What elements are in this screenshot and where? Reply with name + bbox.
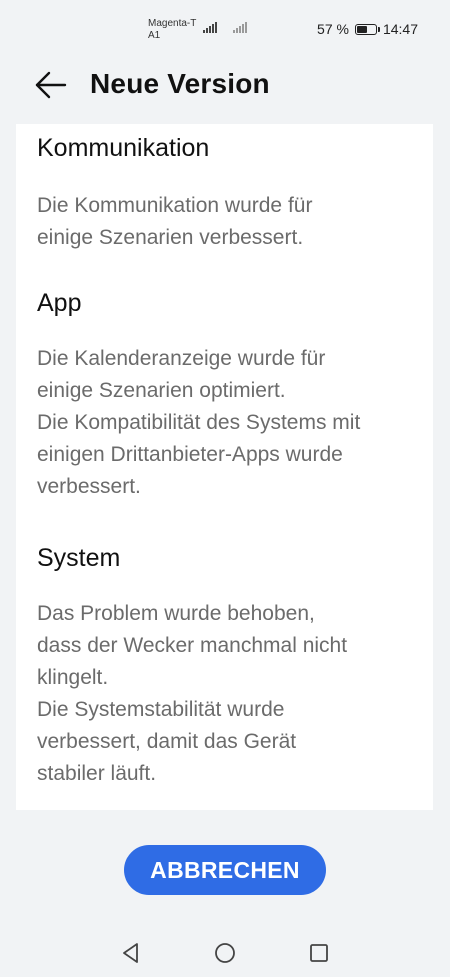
body-line: verbessert. bbox=[37, 475, 141, 498]
section-title-app: App bbox=[37, 289, 82, 317]
status-bar: Magenta-T A1 57 % 14:47 bbox=[0, 0, 450, 50]
body-line: dass der Wecker manchmal nicht bbox=[37, 634, 348, 657]
carrier-name: Magenta-T bbox=[148, 18, 197, 29]
page-title: Neue Version bbox=[90, 68, 270, 99]
header: Neue Version bbox=[0, 58, 450, 114]
body-line: verbessert, damit das Gerät bbox=[37, 730, 297, 753]
battery-icon bbox=[354, 23, 380, 35]
body-line: klingelt. bbox=[37, 666, 109, 689]
nav-home-button[interactable] bbox=[213, 941, 237, 965]
body-line: stabiler läuft. bbox=[37, 762, 157, 785]
section-body-app: Die Kalenderanzeige wurde für einige Sze… bbox=[37, 343, 427, 503]
body-line: einige Szenarien optimiert. bbox=[37, 379, 286, 402]
battery-percent: 57 % bbox=[317, 21, 349, 37]
battery-fill bbox=[356, 25, 367, 33]
signal-strength-icon bbox=[203, 22, 217, 33]
body-line: einige Szenarien verbessert. bbox=[37, 226, 304, 249]
secondary-signal-icon bbox=[233, 22, 247, 33]
section-body-system: Das Problem wurde behoben, dass der Weck… bbox=[37, 598, 427, 790]
release-notes-card[interactable]: Kommunikation Die Kommunikation wurde fü… bbox=[16, 124, 433, 810]
carrier-label: Magenta-T A1 bbox=[148, 18, 196, 42]
section-title-kommunikation: Kommunikation bbox=[37, 134, 210, 162]
section-title-system: System bbox=[37, 544, 121, 572]
square-recents-icon bbox=[310, 944, 328, 962]
back-button[interactable] bbox=[34, 70, 68, 100]
body-line: Das Problem wurde behoben, bbox=[37, 602, 315, 625]
screen: Magenta-T A1 57 % 14:47 Neue Version Kom bbox=[0, 0, 450, 977]
nav-recents-button[interactable] bbox=[307, 941, 331, 965]
nav-back-button[interactable] bbox=[119, 941, 143, 965]
status-right: 57 % 14:47 bbox=[317, 21, 418, 37]
navigation-bar bbox=[0, 935, 450, 971]
body-line: Die Systemstabilität wurde bbox=[37, 698, 285, 721]
triangle-back-icon bbox=[123, 943, 138, 963]
section-body-kommunikation: Die Kommunikation wurde für einige Szena… bbox=[37, 190, 427, 254]
arrow-left-icon bbox=[35, 71, 67, 99]
body-line: einigen Drittanbieter-Apps wurde bbox=[37, 443, 343, 466]
body-line: Die Kommunikation wurde für bbox=[37, 194, 313, 217]
clock: 14:47 bbox=[382, 21, 418, 37]
body-line: Die Kalenderanzeige wurde für bbox=[37, 347, 326, 370]
circle-home-icon bbox=[215, 943, 235, 963]
body-line: Die Kompatibilität des Systems mit bbox=[37, 411, 361, 434]
carrier-network: A1 bbox=[148, 30, 161, 41]
cancel-button[interactable]: ABBRECHEN bbox=[124, 845, 326, 895]
